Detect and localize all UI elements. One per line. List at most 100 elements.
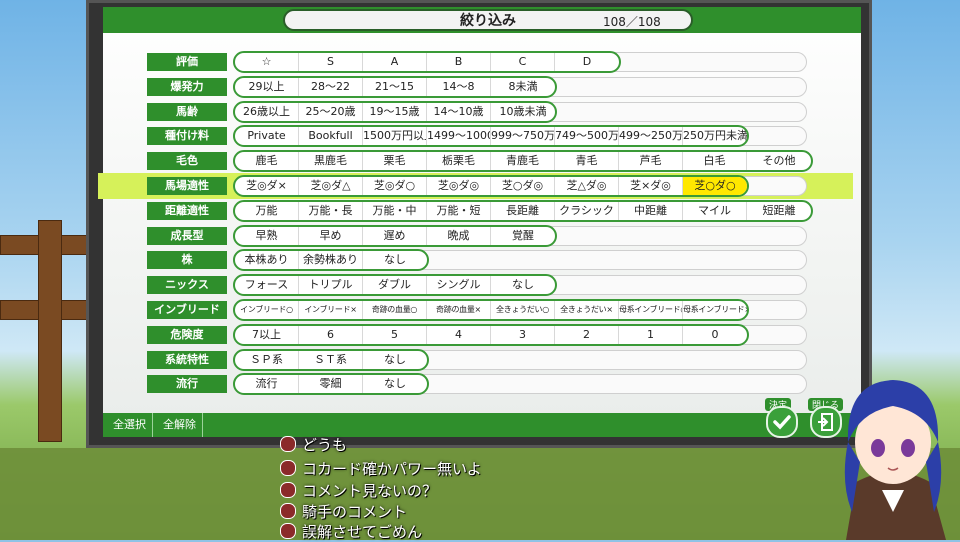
filter-option-button[interactable]: 21〜15 (363, 77, 427, 96)
filter-option-button[interactable]: トリプル (299, 276, 363, 295)
filter-option-button[interactable]: 本株あり (235, 251, 299, 270)
filter-option-button[interactable]: 晩成 (427, 226, 491, 245)
filter-option-button[interactable]: Private (235, 127, 299, 146)
filter-option-button[interactable]: 中距離 (619, 201, 683, 220)
filter-option-button[interactable]: D (555, 53, 619, 71)
filter-option-button[interactable]: 芝○ダ○ (683, 177, 747, 195)
filter-option-button[interactable]: 万能・長 (299, 201, 363, 220)
filter-option-group: 流行 零細 なし (233, 373, 429, 396)
filter-option-button[interactable]: 0 (683, 326, 747, 344)
filter-option-button[interactable]: 覚醒 (491, 227, 555, 245)
select-all-button[interactable]: 全選択 (107, 413, 153, 437)
filter-row: 成長型 早熟 早め 遅め 晩成 覚醒 (103, 224, 861, 247)
filter-option-button[interactable]: 1 (619, 325, 683, 344)
filter-option-button[interactable]: 5 (363, 325, 427, 344)
filter-option-button[interactable]: ☆ (235, 53, 299, 71)
filter-option-button[interactable]: 芝△ダ◎ (555, 177, 619, 195)
filter-option-button[interactable]: A (363, 53, 427, 71)
deselect-all-button[interactable]: 全解除 (157, 413, 203, 437)
filter-option-button[interactable]: 万能・短 (427, 201, 491, 220)
filter-option-button[interactable]: 遅め (363, 226, 427, 245)
filter-label: ニックス (147, 276, 227, 295)
filter-option-button[interactable]: 奇跡の血量○ (363, 301, 427, 319)
filter-option-button[interactable]: なし (491, 276, 555, 294)
filter-option-button[interactable]: 250万円未満 (683, 127, 747, 145)
filter-option-button[interactable]: マイル (683, 201, 747, 220)
filter-option-button[interactable]: インブリード× (299, 301, 363, 319)
filter-option-button[interactable]: ダブル (363, 276, 427, 295)
filter-option-button[interactable]: 早熟 (235, 226, 299, 245)
filter-option-button[interactable]: 499〜250万 (619, 127, 683, 146)
filter-option-button[interactable]: 長距離 (491, 201, 555, 220)
filter-option-button[interactable]: シングル (427, 276, 491, 295)
filter-option-button[interactable]: B (427, 53, 491, 71)
filter-option-button[interactable]: 芝◎ダ△ (299, 177, 363, 195)
filter-option-button[interactable]: 26歳以上 (235, 102, 299, 121)
filter-option-button[interactable]: 鹿毛 (235, 152, 299, 171)
filter-option-button[interactable]: 芝◎ダ× (235, 177, 299, 195)
filter-option-button[interactable]: 8未満 (491, 78, 555, 96)
filter-option-button[interactable]: 余勢株あり (299, 251, 363, 270)
filter-option-button[interactable]: 芝○ダ◎ (491, 177, 555, 195)
filter-option-button[interactable]: 青鹿毛 (491, 152, 555, 171)
filter-option-button[interactable]: なし (363, 251, 427, 269)
filter-option-button[interactable]: S (299, 53, 363, 71)
filter-option-button[interactable]: 白毛 (683, 152, 747, 171)
confirm-button[interactable] (766, 406, 798, 438)
filter-option-button[interactable]: 14〜10歳 (427, 102, 491, 121)
user-badge-icon (280, 460, 296, 476)
filter-option-button[interactable]: その他 (747, 152, 811, 170)
filter-option-button[interactable]: 4 (427, 325, 491, 344)
filter-option-button[interactable]: 母系インブリード○ (619, 301, 683, 319)
filter-option-button[interactable]: 3 (491, 325, 555, 344)
filter-option-button[interactable]: なし (363, 351, 427, 369)
user-badge-icon (280, 503, 296, 519)
streamer-avatar (844, 380, 946, 540)
filter-option-button[interactable]: 流行 (235, 375, 299, 394)
filter-option-button[interactable]: 999〜750万 (491, 127, 555, 146)
filter-option-button[interactable]: 早め (299, 226, 363, 245)
filter-option-button[interactable]: 6 (299, 325, 363, 344)
filter-option-button[interactable]: 全きょうだい× (555, 301, 619, 319)
filter-option-button[interactable]: 14〜8 (427, 77, 491, 96)
filter-option-button[interactable]: 芝◎ダ◎ (427, 177, 491, 195)
filter-option-button[interactable]: 母系インブリード× (683, 301, 747, 319)
filter-option-button[interactable]: なし (363, 375, 427, 393)
filter-option-button[interactable]: 芝×ダ◎ (619, 177, 683, 195)
filter-option-button[interactable]: 万能 (235, 201, 299, 220)
filter-option-button[interactable]: 奇跡の血量× (427, 301, 491, 319)
filter-option-button[interactable]: 栃栗毛 (427, 152, 491, 171)
filter-option-button[interactable]: ＳＴ系 (299, 350, 363, 369)
filter-option-button[interactable]: インブリード○ (235, 301, 299, 319)
filter-option-button[interactable]: 28〜22 (299, 77, 363, 96)
filter-option-button[interactable]: 19〜15歳 (363, 102, 427, 121)
filter-option-button[interactable]: 栗毛 (363, 152, 427, 171)
filter-option-button[interactable]: 零細 (299, 375, 363, 394)
filter-option-button[interactable]: クラシック (555, 201, 619, 220)
filter-option-button[interactable]: 7以上 (235, 325, 299, 344)
filter-option-button[interactable]: 短距離 (747, 202, 811, 220)
filter-label: 距離適性 (147, 201, 227, 220)
filter-option-button[interactable]: 黒鹿毛 (299, 152, 363, 171)
filter-option-button[interactable]: 10歳未満 (491, 103, 555, 121)
filter-option-button[interactable]: 全きょうだい○ (491, 301, 555, 319)
filter-option-button[interactable]: 29以上 (235, 77, 299, 96)
filter-label: 馬場適性 (147, 177, 227, 195)
filter-option-button[interactable]: ＳＰ系 (235, 350, 299, 369)
filter-option-button[interactable]: 青毛 (555, 152, 619, 171)
filter-option-button[interactable]: 芝◎ダ○ (363, 177, 427, 195)
filter-option-button[interactable]: 1500万円以上 (363, 127, 427, 146)
filter-option-button[interactable]: 万能・中 (363, 201, 427, 220)
filter-option-button[interactable]: 2 (555, 325, 619, 344)
filter-row: 種付け料 PrivateBookfull1500万円以上1499〜1000万999… (103, 125, 861, 148)
filter-option-button[interactable]: Bookfull (299, 127, 363, 146)
filter-label: 成長型 (147, 226, 227, 245)
filter-label: 馬齢 (147, 102, 227, 121)
filter-option-button[interactable]: 芦毛 (619, 152, 683, 171)
filter-option-button[interactable]: 749〜500万 (555, 127, 619, 146)
filter-option-button[interactable]: 1499〜1000万 (427, 127, 491, 146)
filter-option-button[interactable]: フォース (235, 276, 299, 295)
filter-option-button[interactable]: 25〜20歳 (299, 102, 363, 121)
filter-option-button[interactable]: C (491, 53, 555, 71)
filter-option-group: 29以上 28〜22 21〜15 14〜8 8未満 (233, 75, 557, 98)
